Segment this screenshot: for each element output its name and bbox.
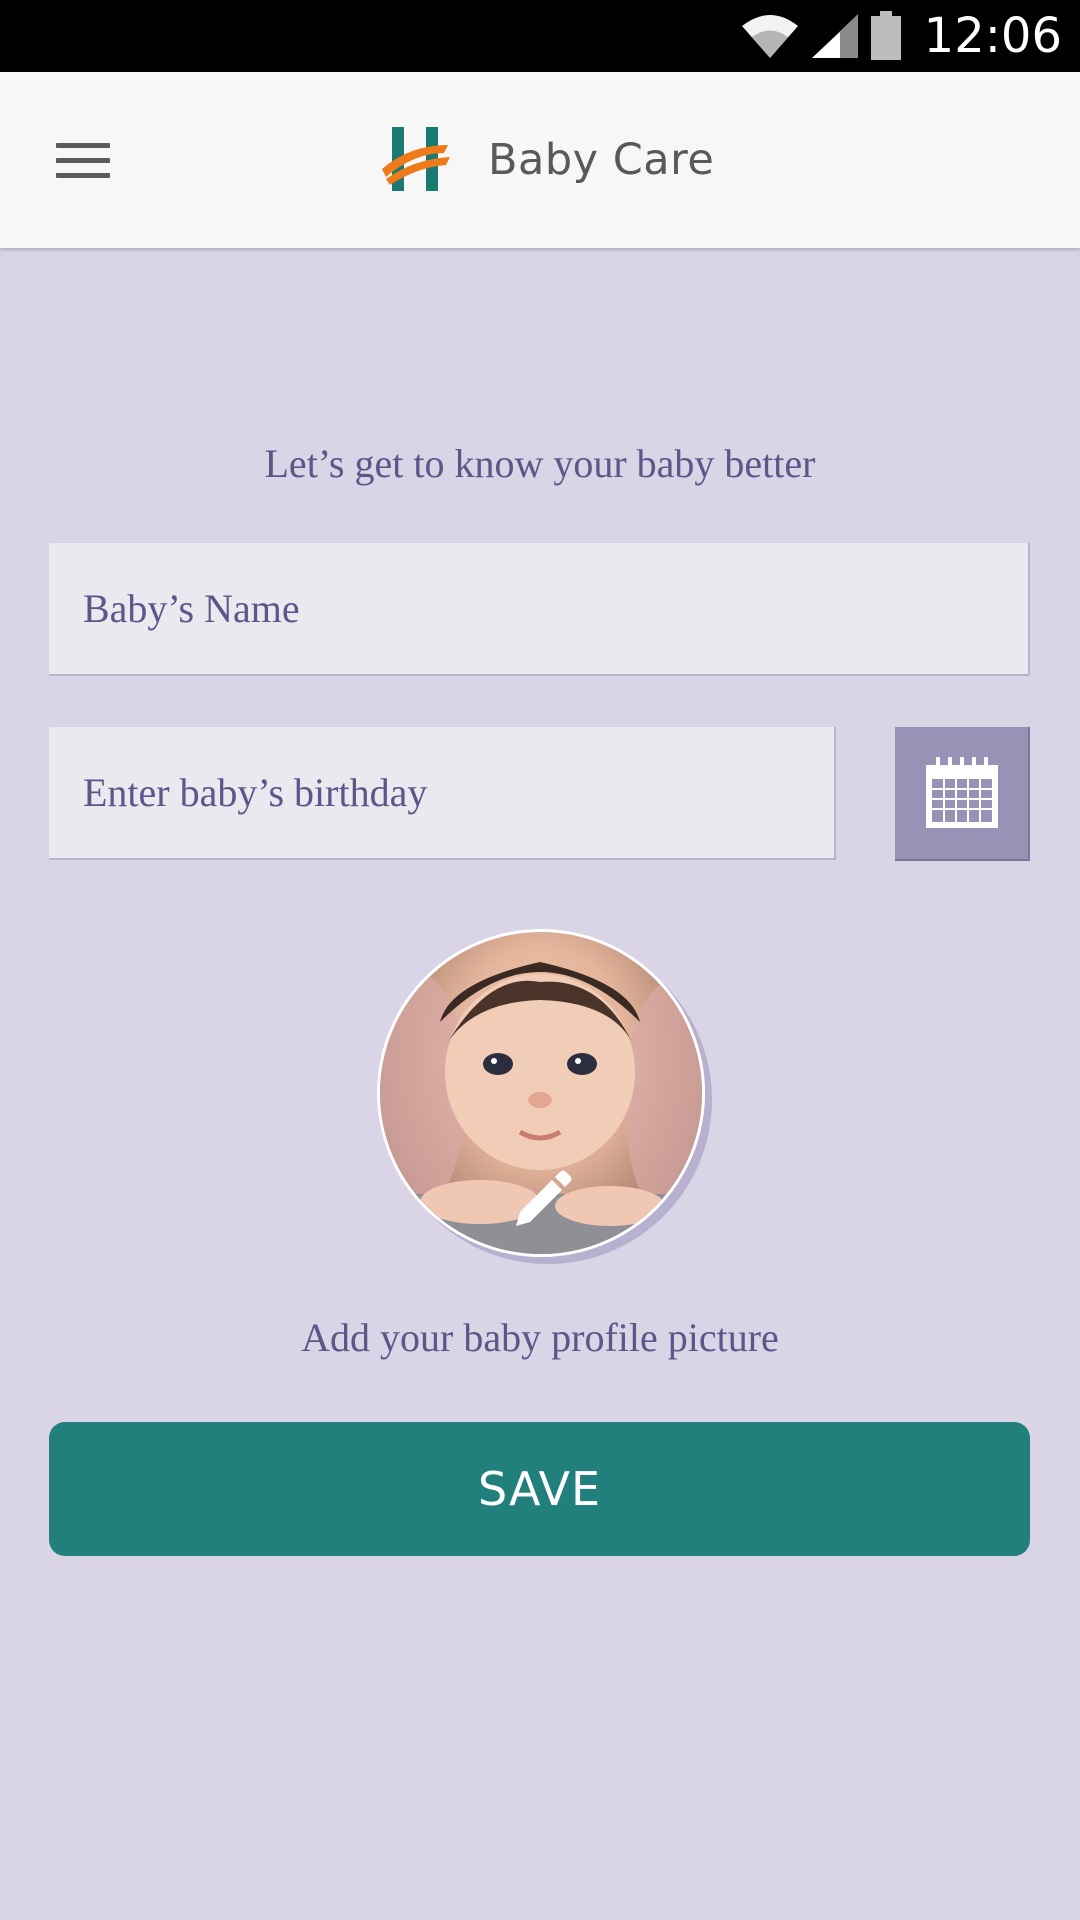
menu-line <box>56 172 110 178</box>
status-bar: 12:06 <box>0 0 1080 72</box>
h-logo-icon <box>382 127 450 191</box>
photo-caption: Add your baby profile picture <box>301 1315 779 1360</box>
profile-photo-button[interactable] <box>377 929 705 1257</box>
menu-line <box>56 142 110 148</box>
app-bar: Baby Care <box>0 72 1080 248</box>
wifi-icon <box>741 15 798 58</box>
menu-button[interactable] <box>40 124 126 196</box>
baby-name-input[interactable] <box>83 585 1028 632</box>
menu-line <box>56 157 110 163</box>
screen: 12:06 Baby Care Let’s get to know your b… <box>0 0 1080 1920</box>
app-title: Baby Care <box>488 135 715 185</box>
baby-name-field[interactable] <box>49 543 1030 676</box>
baby-profile-photo <box>377 929 705 1257</box>
calendar-icon <box>925 757 998 828</box>
status-time: 12:06 <box>923 8 1062 64</box>
battery-icon <box>870 11 901 60</box>
save-button[interactable]: SAVE <box>49 1422 1030 1556</box>
pencil-edit-icon <box>516 1170 572 1226</box>
birthday-input[interactable] <box>83 769 834 816</box>
calendar-button[interactable] <box>895 727 1030 861</box>
signal-icon <box>811 14 858 58</box>
birthday-field[interactable] <box>49 727 836 860</box>
intro-text: Let’s get to know your baby better <box>264 441 816 486</box>
status-icons: 12:06 <box>740 0 1062 72</box>
brand: Baby Care <box>380 124 714 196</box>
